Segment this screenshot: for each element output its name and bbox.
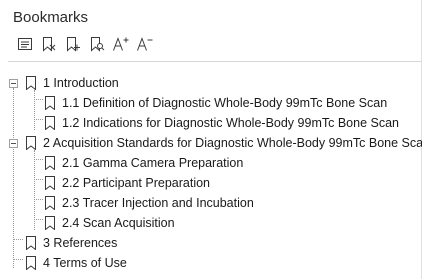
bookmark-label: 4 Terms of Use — [43, 256, 127, 270]
bookmark-label: 2.2 Participant Preparation — [62, 176, 211, 190]
tree-line — [34, 119, 43, 120]
bookmark-label: 2.1 Gamma Camera Preparation — [62, 156, 244, 170]
bookmark-icon — [45, 196, 55, 210]
collapse-toggle[interactable] — [9, 139, 18, 148]
bookmarks-toolbar — [13, 34, 157, 54]
bookmark-item[interactable]: 1.2 Indications for Diagnostic Whole-Bod… — [44, 113, 399, 133]
bookmark-icon — [26, 136, 36, 150]
tree-line — [34, 219, 43, 220]
bookmark-label: 1 Introduction — [43, 76, 119, 90]
decrease-text-size-button[interactable] — [133, 34, 157, 54]
toolbar-divider — [8, 61, 422, 62]
bookmark-icon — [45, 176, 55, 190]
tree-line — [13, 88, 14, 268]
bookmark-icon — [26, 76, 36, 90]
bookmark-label: 1.2 Indications for Diagnostic Whole-Bod… — [62, 116, 399, 130]
find-bookmark-button[interactable] — [85, 34, 109, 54]
bookmark-item[interactable]: 3 References — [25, 233, 117, 253]
tree-line — [34, 90, 35, 130]
add-bookmark-icon — [67, 37, 80, 52]
bookmark-item[interactable]: 4 Terms of Use — [25, 253, 127, 273]
tree-line — [14, 259, 23, 260]
bookmark-icon — [45, 216, 55, 230]
bookmark-item[interactable]: 1 Introduction — [25, 73, 119, 93]
bookmark-item[interactable]: 2 Acquisition Standards for Diagnostic W… — [25, 133, 422, 153]
tree-line — [34, 199, 43, 200]
panel-title: Bookmarks — [13, 9, 89, 26]
bookmark-label: 1.1 Definition of Diagnostic Whole-Body … — [62, 96, 388, 110]
find-bookmark-icon — [91, 37, 105, 52]
increase-text-size-icon — [113, 37, 129, 51]
bookmark-item[interactable]: 2.4 Scan Acquisition — [44, 213, 175, 233]
collapse-toggle[interactable] — [9, 79, 18, 88]
bookmark-item[interactable]: 2.2 Participant Preparation — [44, 173, 210, 193]
decrease-text-size-icon — [137, 37, 153, 51]
bookmarks-panel: Bookmarks 1 Introduction 1.1 Definition … — [0, 0, 422, 279]
bookmark-icon — [26, 236, 36, 250]
bookmark-icon — [45, 116, 55, 130]
tree-line — [34, 159, 43, 160]
increase-text-size-button[interactable] — [109, 34, 133, 54]
tree-line — [34, 150, 35, 230]
bookmark-label: 3 References — [43, 236, 118, 250]
delete-bookmark-icon — [43, 37, 56, 52]
bookmark-item[interactable]: 1.1 Definition of Diagnostic Whole-Body … — [44, 93, 387, 113]
bookmark-item[interactable]: 2.3 Tracer Injection and Incubation — [44, 193, 254, 213]
tree-line — [34, 179, 43, 180]
bookmark-label: 2.4 Scan Acquisition — [62, 216, 175, 230]
bookmark-label: 2.3 Tracer Injection and Incubation — [62, 196, 254, 210]
bookmark-icon — [45, 156, 55, 170]
options-button[interactable] — [13, 34, 37, 54]
add-bookmark-button[interactable] — [61, 34, 85, 54]
bookmark-icon — [26, 256, 36, 270]
bookmark-icon — [45, 96, 55, 110]
tree-line — [34, 99, 43, 100]
tree-line — [14, 239, 23, 240]
bookmark-item[interactable]: 2.1 Gamma Camera Preparation — [44, 153, 243, 173]
delete-bookmark-button[interactable] — [37, 34, 61, 54]
bookmark-label: 2 Acquisition Standards for Diagnostic W… — [43, 136, 422, 150]
options-icon — [18, 38, 32, 50]
